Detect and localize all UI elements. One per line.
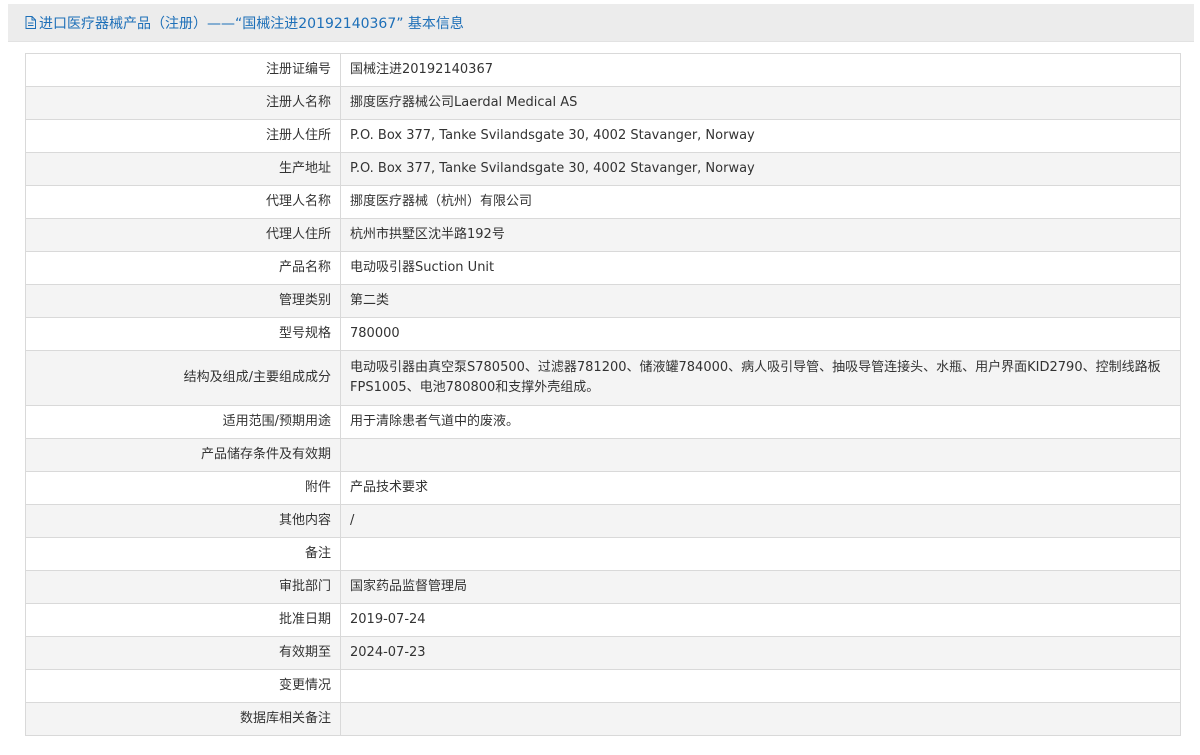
table-row: 注册证编号 国械注进20192140367 bbox=[25, 53, 1181, 87]
field-label: 批准日期 bbox=[25, 603, 341, 637]
table-row: 其他内容 / bbox=[25, 504, 1181, 538]
field-value: P.O. Box 377, Tanke Svilandsgate 30, 400… bbox=[340, 119, 1181, 153]
field-value: 2024-07-23 bbox=[340, 636, 1181, 670]
field-value bbox=[340, 669, 1181, 703]
table-row: 数据库相关备注 bbox=[25, 702, 1181, 736]
field-label: 注册证编号 bbox=[25, 53, 341, 87]
info-table: 注册证编号 国械注进20192140367 注册人名称 挪度医疗器械公司Laerdal… bbox=[25, 53, 1181, 736]
field-label: 注册人名称 bbox=[25, 86, 341, 120]
field-label: 代理人住所 bbox=[25, 218, 341, 252]
document-icon bbox=[25, 16, 36, 29]
field-value: 挪度医疗器械（杭州）有限公司 bbox=[340, 185, 1181, 219]
field-label: 备注 bbox=[25, 537, 341, 571]
field-value: 挪度医疗器械公司Laerdal Medical AS bbox=[340, 86, 1181, 120]
field-label: 审批部门 bbox=[25, 570, 341, 604]
field-value: 电动吸引器由真空泵S780500、过滤器781200、储液罐784000、病人吸… bbox=[340, 350, 1181, 406]
field-value bbox=[340, 537, 1181, 571]
field-label: 产品名称 bbox=[25, 251, 341, 285]
table-row: 变更情况 bbox=[25, 669, 1181, 703]
field-label: 数据库相关备注 bbox=[25, 702, 341, 736]
table-row: 审批部门 国家药品监督管理局 bbox=[25, 570, 1181, 604]
table-row: 型号规格 780000 bbox=[25, 317, 1181, 351]
field-value: 2019-07-24 bbox=[340, 603, 1181, 637]
field-value: / bbox=[340, 504, 1181, 538]
field-label: 适用范围/预期用途 bbox=[25, 405, 341, 439]
field-value bbox=[340, 438, 1181, 472]
field-label: 产品储存条件及有效期 bbox=[25, 438, 341, 472]
field-value: 第二类 bbox=[340, 284, 1181, 318]
detail-panel: 进口医疗器械产品（注册）——“国械注进20192140367” 基本信息 注册证… bbox=[0, 0, 1200, 755]
table-row: 注册人住所 P.O. Box 377, Tanke Svilandsgate 30… bbox=[25, 119, 1181, 153]
field-value: 780000 bbox=[340, 317, 1181, 351]
page-title: 进口医疗器械产品（注册）——“国械注进20192140367” 基本信息 bbox=[39, 15, 464, 32]
table-row: 备注 bbox=[25, 537, 1181, 571]
field-value: 国械注进20192140367 bbox=[340, 53, 1181, 87]
table-row: 产品名称 电动吸引器Suction Unit bbox=[25, 251, 1181, 285]
table-row: 批准日期 2019-07-24 bbox=[25, 603, 1181, 637]
field-value: 杭州市拱墅区沈半路192号 bbox=[340, 218, 1181, 252]
field-label: 有效期至 bbox=[25, 636, 341, 670]
field-value: 产品技术要求 bbox=[340, 471, 1181, 505]
table-row: 有效期至 2024-07-23 bbox=[25, 636, 1181, 670]
field-value: 国家药品监督管理局 bbox=[340, 570, 1181, 604]
field-value: P.O. Box 377, Tanke Svilandsgate 30, 400… bbox=[340, 152, 1181, 186]
field-label: 管理类别 bbox=[25, 284, 341, 318]
table-row: 代理人住所 杭州市拱墅区沈半路192号 bbox=[25, 218, 1181, 252]
field-label: 注册人住所 bbox=[25, 119, 341, 153]
field-label: 变更情况 bbox=[25, 669, 341, 703]
field-label: 生产地址 bbox=[25, 152, 341, 186]
field-label: 附件 bbox=[25, 471, 341, 505]
field-label: 代理人名称 bbox=[25, 185, 341, 219]
table-row: 管理类别 第二类 bbox=[25, 284, 1181, 318]
title-bar: 进口医疗器械产品（注册）——“国械注进20192140367” 基本信息 bbox=[8, 4, 1194, 42]
field-value: 电动吸引器Suction Unit bbox=[340, 251, 1181, 285]
table-row: 附件 产品技术要求 bbox=[25, 471, 1181, 505]
field-label: 其他内容 bbox=[25, 504, 341, 538]
field-label: 型号规格 bbox=[25, 317, 341, 351]
field-label: 结构及组成/主要组成成分 bbox=[25, 350, 341, 406]
table-row: 产品储存条件及有效期 bbox=[25, 438, 1181, 472]
table-row: 注册人名称 挪度医疗器械公司Laerdal Medical AS bbox=[25, 86, 1181, 120]
field-value: 用于清除患者气道中的废液。 bbox=[340, 405, 1181, 439]
table-row: 结构及组成/主要组成成分 电动吸引器由真空泵S780500、过滤器781200、储… bbox=[25, 350, 1181, 406]
field-value bbox=[340, 702, 1181, 736]
table-row: 适用范围/预期用途 用于清除患者气道中的废液。 bbox=[25, 405, 1181, 439]
table-row: 代理人名称 挪度医疗器械（杭州）有限公司 bbox=[25, 185, 1181, 219]
table-row: 生产地址 P.O. Box 377, Tanke Svilandsgate 30,… bbox=[25, 152, 1181, 186]
